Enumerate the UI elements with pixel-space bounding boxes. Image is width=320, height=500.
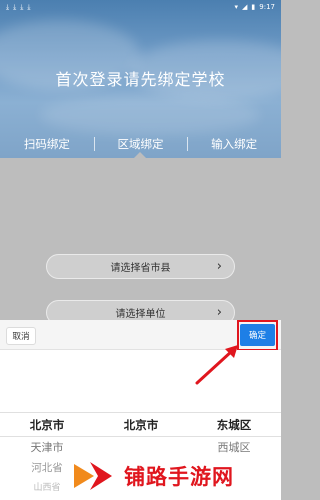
tab-input[interactable]: 输入绑定: [187, 136, 281, 154]
picker-selected-item[interactable]: 北京市: [94, 417, 188, 433]
page-title: 首次登录请先绑定学校: [55, 70, 226, 89]
school-select-label: 请选择单位: [115, 309, 166, 320]
status-bar: ⤓ ⤓ ⤓ ⤓ ▾ ◢ ▮ 9:17: [0, 0, 281, 14]
region-select-label: 请选择省市县: [110, 263, 171, 274]
battery-icon: ▮: [251, 3, 256, 11]
download-icon: ⤓: [27, 2, 31, 11]
status-time: 9:17: [259, 3, 275, 11]
watermark-text: 铺路手游网: [124, 465, 234, 489]
watermark: 铺路手游网: [70, 452, 281, 500]
chevron-right-icon: ›: [216, 259, 222, 274]
tab-scan[interactable]: 扫码绑定: [0, 136, 94, 154]
chevron-right-icon: ›: [216, 305, 222, 320]
download-icon: ⤓: [20, 2, 24, 11]
region-bind-form: 请选择省市县 › 请选择单位 ›: [0, 158, 281, 325]
watermark-logo-icon: [74, 462, 112, 490]
cloud-decoration: [40, 95, 260, 135]
wifi-icon: ▾: [234, 3, 239, 11]
download-icon: ⤓: [13, 2, 17, 11]
download-icon: ⤓: [6, 2, 10, 11]
confirm-button[interactable]: 确定: [240, 324, 275, 346]
header-banner: 首次登录请先绑定学校 扫码绑定 区域绑定 输入绑定: [0, 0, 281, 158]
region-select[interactable]: 请选择省市县 ›: [46, 254, 235, 279]
signal-icon: ◢: [242, 3, 248, 11]
picker-selection-line: [0, 412, 281, 413]
cancel-button[interactable]: 取消: [6, 327, 36, 345]
picker-selected-item[interactable]: 东城区: [187, 417, 281, 433]
picker-selection-line: [0, 436, 281, 437]
picker-selected-item[interactable]: 北京市: [0, 417, 94, 433]
